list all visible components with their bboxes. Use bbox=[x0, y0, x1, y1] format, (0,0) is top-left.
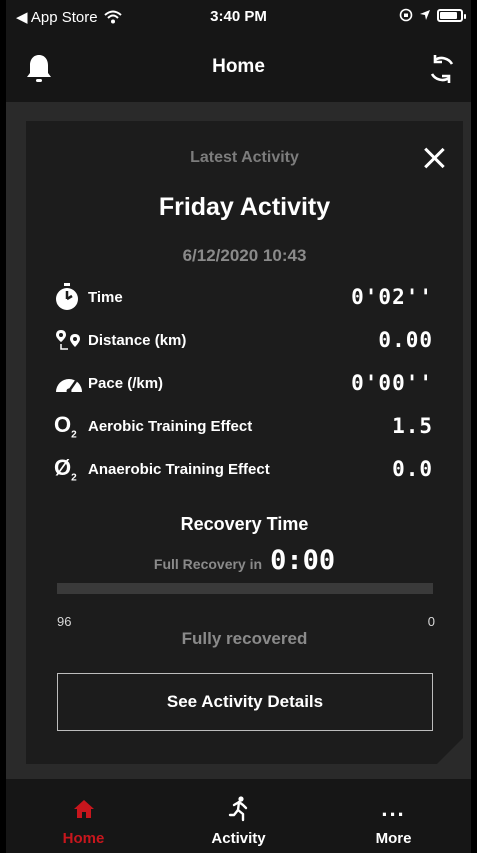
metric-value: 0.00 bbox=[378, 328, 433, 352]
recovery-progress-bar bbox=[57, 583, 433, 594]
status-indicators bbox=[399, 8, 466, 22]
metric-label: Pace (/km) bbox=[88, 374, 164, 392]
activity-datetime: 6/12/2020 10:43 bbox=[182, 246, 307, 265]
recovery-time-value: 0:00 bbox=[270, 545, 336, 576]
orientation-lock-icon bbox=[399, 8, 413, 22]
latest-activity-card: Latest Activity Friday Activity 6/12/202… bbox=[26, 121, 463, 764]
tab-bar: Home Activity ... More bbox=[6, 779, 471, 853]
recovery-scale-right: 0 bbox=[427, 614, 435, 629]
metric-value: 0'00'' bbox=[351, 371, 433, 395]
activity-title: Friday Activity bbox=[158, 193, 331, 221]
recovery-status: Fully recovered bbox=[181, 629, 308, 648]
metric-value: 1.5 bbox=[392, 414, 433, 438]
recovery-scale-left: 96 bbox=[57, 614, 72, 629]
status-bar: ◀ App Store 3:40 PM bbox=[6, 0, 471, 36]
more-dots-icon: ... bbox=[381, 796, 406, 821]
location-arrow-icon bbox=[420, 10, 430, 20]
tab-label: Activity bbox=[211, 830, 266, 847]
card-header: Latest Activity bbox=[190, 149, 299, 166]
speedometer-icon bbox=[56, 379, 82, 394]
anaerobic-o2-icon: Ø2 bbox=[54, 454, 77, 484]
stopwatch-icon bbox=[56, 283, 78, 310]
aerobic-o2-icon: O2 bbox=[54, 411, 77, 441]
tab-label: Home bbox=[62, 830, 105, 847]
tab-more[interactable]: ... More bbox=[316, 779, 471, 853]
tab-home[interactable]: Home bbox=[6, 779, 161, 853]
home-icon bbox=[73, 800, 94, 818]
sync-icon[interactable] bbox=[425, 52, 459, 86]
card-corner-fold bbox=[437, 738, 463, 764]
metric-label: Anaerobic Training Effect bbox=[88, 460, 270, 478]
metric-label: Aerobic Training Effect bbox=[88, 417, 253, 435]
metric-value: 0'02'' bbox=[351, 285, 433, 309]
page-title: Home bbox=[212, 56, 265, 77]
app-screen: ◀ App Store 3:40 PM Home Latest Activity… bbox=[6, 0, 471, 853]
recovery-row: Full Recovery in 0:00 bbox=[26, 545, 463, 576]
tab-label: More bbox=[375, 830, 412, 847]
metric-anaerobic-te: Ø2 Anaerobic Training Effect 0.0 bbox=[54, 453, 433, 485]
metric-distance: Distance (km) 0.00 bbox=[54, 324, 433, 356]
metric-time: Time 0'02'' bbox=[54, 281, 433, 313]
nav-bar: Home bbox=[6, 36, 471, 102]
metric-label: Distance (km) bbox=[88, 331, 187, 349]
metric-pace: Pace (/km) 0'00'' bbox=[54, 367, 433, 399]
full-recovery-label: Full Recovery in bbox=[153, 556, 263, 572]
runner-icon bbox=[228, 796, 247, 822]
metric-value: 0.0 bbox=[392, 457, 433, 481]
recovery-title: Recovery Time bbox=[180, 514, 309, 534]
metric-aerobic-te: O2 Aerobic Training Effect 1.5 bbox=[54, 410, 433, 442]
see-activity-details-button[interactable]: See Activity Details bbox=[57, 673, 433, 731]
battery-icon bbox=[437, 8, 466, 22]
tab-activity[interactable]: Activity bbox=[161, 779, 316, 853]
route-icon bbox=[56, 330, 80, 350]
metric-label: Time bbox=[88, 288, 123, 306]
